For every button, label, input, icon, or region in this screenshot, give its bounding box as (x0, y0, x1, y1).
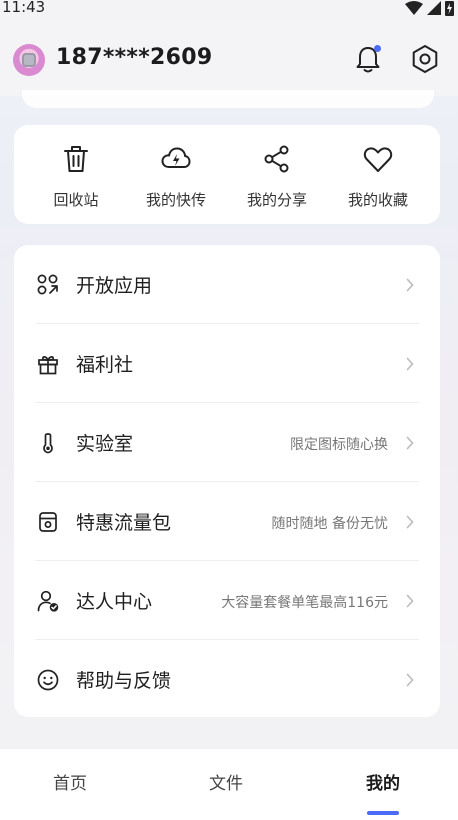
trash-icon (64, 146, 88, 172)
quick-action-label: 我的分享 (246, 191, 307, 209)
quick-action-recycle-bin[interactable]: 回收站 (26, 125, 126, 224)
settings-icon (412, 45, 438, 73)
menu-label: 帮助与反馈 (76, 670, 172, 692)
quick-action-label: 回收站 (53, 191, 99, 209)
notifications-button[interactable] (353, 42, 383, 76)
tab-home[interactable]: 首页 (53, 769, 87, 794)
status-bar: 11:43 (0, 0, 458, 18)
apps-icon (37, 274, 58, 295)
chevron-right-icon (406, 357, 414, 371)
menu-item-lab[interactable]: 实验室 限定图标随心换 (14, 403, 440, 482)
quick-action-my-shares[interactable]: 我的分享 (227, 125, 327, 224)
menu-label: 达人中心 (76, 591, 153, 613)
thermometer-icon (43, 433, 53, 454)
profile-header: 187****2609 (0, 18, 458, 96)
battery-icon (445, 1, 454, 16)
smiley-icon (37, 669, 59, 691)
settings-button[interactable] (409, 43, 441, 75)
tab-me[interactable]: 我的 (366, 769, 400, 794)
menu-item-welfare[interactable]: 福利社 (14, 324, 440, 403)
cloud-upload-icon (161, 147, 191, 168)
gift-icon (38, 356, 58, 375)
chevron-right-icon (406, 673, 414, 687)
chevron-right-icon (406, 436, 414, 450)
menu-item-expert-center[interactable]: 达人中心 大容量套餐单笔最高116元 (14, 561, 440, 640)
quick-action-favorites[interactable]: 我的收藏 (328, 125, 428, 224)
menu-note: 大容量套餐单笔最高116元 (221, 595, 388, 611)
chevron-right-icon (406, 515, 414, 529)
active-tab-indicator (367, 811, 399, 815)
quick-action-label: 我的收藏 (347, 191, 408, 209)
status-time: 11:43 (2, 0, 46, 16)
data-package-icon (39, 512, 57, 532)
share-icon (264, 145, 289, 173)
signal-icon (427, 1, 441, 15)
bottom-tab-bar: 首页 文件 我的 (0, 749, 458, 820)
status-icons (405, 0, 454, 16)
menu-note: 限定图标随心换 (290, 437, 388, 453)
menu-label: 实验室 (76, 433, 134, 455)
user-verified-icon (37, 590, 59, 612)
chevron-right-icon (406, 278, 414, 292)
quick-actions-card: 回收站 我的快传 我的分享 我的收藏 (14, 125, 440, 224)
collapsed-banner-card (22, 90, 434, 108)
menu-label: 开放应用 (76, 275, 153, 297)
username[interactable]: 187****2609 (56, 45, 212, 70)
tab-files[interactable]: 文件 (209, 769, 243, 794)
heart-icon (363, 147, 393, 172)
chevron-right-icon (406, 594, 414, 608)
wifi-icon (405, 1, 423, 15)
menu-card: 开放应用 福利社 实验室 限定图标随心换 特惠流量包 随时随地 备份无忧 达人中… (14, 245, 440, 717)
menu-item-help-feedback[interactable]: 帮助与反馈 (14, 640, 440, 719)
notification-badge (374, 45, 381, 52)
quick-action-fast-transfer[interactable]: 我的快传 (126, 125, 226, 224)
menu-label: 特惠流量包 (76, 512, 172, 534)
menu-label: 福利社 (76, 354, 134, 376)
avatar[interactable] (13, 44, 45, 76)
quick-action-label: 我的快传 (145, 191, 206, 209)
menu-note: 随时随地 备份无忧 (271, 516, 388, 532)
menu-item-data-package[interactable]: 特惠流量包 随时随地 备份无忧 (14, 482, 440, 561)
menu-item-open-apps[interactable]: 开放应用 (14, 245, 440, 324)
